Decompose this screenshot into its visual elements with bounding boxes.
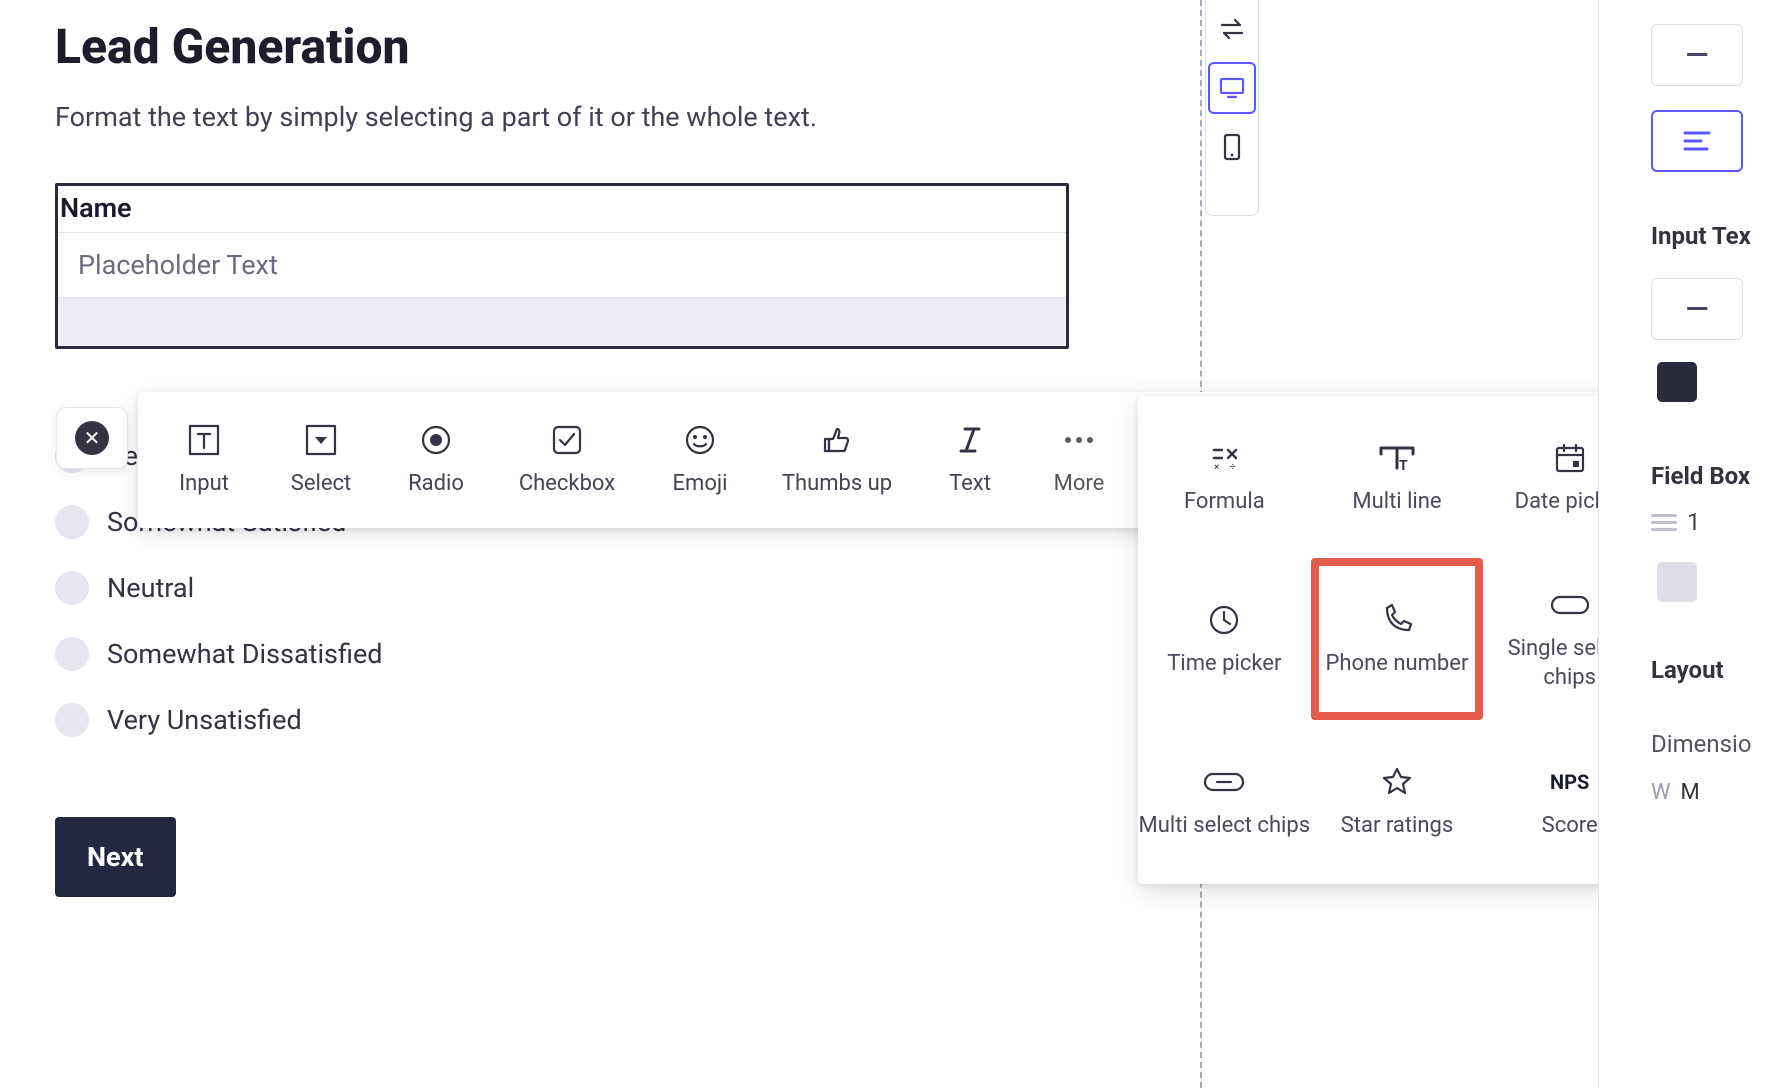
tool-label: Text — [949, 470, 991, 498]
tool-time-picker[interactable]: Time picker — [1138, 558, 1311, 720]
color-swatch-light[interactable] — [1657, 562, 1697, 602]
tool-checkbox[interactable]: Checkbox — [492, 392, 642, 528]
thumbs-up-icon — [816, 422, 858, 458]
nps-text: NPS — [1550, 770, 1589, 794]
close-icon: ✕ — [75, 421, 109, 455]
tool-label: More — [1054, 470, 1105, 498]
tool-label: Score — [1542, 812, 1598, 841]
radio-dot-icon — [55, 571, 89, 605]
radio-dot-icon — [55, 637, 89, 671]
nps-icon: NPS — [1550, 762, 1589, 802]
field-label[interactable]: Name — [58, 186, 1066, 233]
tool-label: Emoji — [673, 470, 728, 498]
svg-text:T: T — [1399, 458, 1408, 474]
section-heading: Layout — [1651, 656, 1792, 684]
text-box-icon — [183, 422, 225, 458]
section-heading: Input Tex — [1651, 222, 1792, 250]
multiline-icon: T — [1375, 438, 1419, 478]
radio-option[interactable]: Very Unsatisfied — [55, 703, 1055, 737]
form-title[interactable]: Lead Generation — [55, 18, 1055, 75]
tool-label: Time picker — [1167, 650, 1281, 679]
radio-dot-icon — [55, 703, 89, 737]
tool-input[interactable]: Input — [146, 392, 262, 528]
tool-select[interactable]: Select — [262, 392, 380, 528]
radio-icon — [415, 422, 457, 458]
tool-multi-select-chips[interactable]: Multi select chips — [1138, 720, 1311, 882]
mobile-view-button[interactable] — [1206, 118, 1258, 176]
chip-minus-icon — [1201, 762, 1247, 802]
width-value: M — [1681, 780, 1700, 805]
tool-label: Radio — [408, 470, 464, 498]
more-icon — [1058, 422, 1100, 458]
swap-button[interactable] — [1206, 0, 1258, 58]
tool-formula[interactable]: ×÷ Formula — [1138, 396, 1311, 558]
tool-text[interactable]: Text — [916, 392, 1024, 528]
radio-label: Somewhat Dissatisfied — [107, 638, 382, 670]
tool-label: Select — [291, 470, 351, 498]
svg-text:×: × — [1214, 462, 1219, 473]
tool-more[interactable]: More — [1024, 392, 1134, 528]
checkbox-icon — [546, 422, 588, 458]
align-left-button[interactable] — [1651, 110, 1743, 172]
width-input[interactable]: W M — [1651, 780, 1792, 805]
desktop-view-button[interactable] — [1208, 62, 1256, 114]
tool-label: Checkbox — [519, 470, 615, 498]
star-icon — [1380, 762, 1414, 802]
width-prefix: W — [1651, 780, 1671, 805]
radio-dot-icon — [55, 505, 89, 539]
radio-option[interactable]: Neutral — [55, 571, 1055, 605]
calendar-icon — [1553, 438, 1587, 478]
tool-label: Multi line — [1352, 488, 1441, 517]
tool-radio[interactable]: Radio — [380, 392, 492, 528]
tool-label: Multi select chips — [1139, 812, 1311, 841]
border-width-value: 1 — [1687, 508, 1701, 536]
tool-label: Star ratings — [1341, 812, 1454, 841]
dimensions-label: Dimensio — [1651, 730, 1792, 758]
chip-icon — [1548, 585, 1592, 625]
form-subtitle[interactable]: Format the text by simply selecting a pa… — [55, 101, 1055, 133]
radio-label: Neutral — [107, 572, 194, 604]
tool-phone-number[interactable]: Phone number — [1311, 558, 1484, 720]
tool-multi-line[interactable]: T Multi line — [1311, 396, 1484, 558]
emoji-icon — [679, 422, 721, 458]
radio-option[interactable]: Somewhat Dissatisfied — [55, 637, 1055, 671]
lines-icon — [1651, 514, 1677, 531]
clock-icon — [1207, 600, 1241, 640]
italic-text-icon — [949, 422, 991, 458]
tool-label: Input — [179, 470, 229, 498]
collapse-button[interactable]: — — [1651, 24, 1743, 86]
collapse-button[interactable]: — — [1651, 278, 1743, 340]
field-placeholder[interactable]: Placeholder Text — [58, 233, 1066, 298]
properties-panel: — Input Tex — Field Box 1 Layout Dimensi… — [1598, 0, 1792, 1088]
field-expand-bar[interactable] — [58, 298, 1066, 346]
formula-icon: ×÷ — [1206, 438, 1242, 478]
section-heading: Field Box — [1651, 462, 1792, 490]
tool-star-ratings[interactable]: Star ratings — [1311, 720, 1484, 882]
tool-label: Phone number — [1326, 650, 1469, 679]
more-tools-panel: ×÷ Formula T Multi line Date picker Time… — [1138, 396, 1656, 884]
name-field[interactable]: Name Placeholder Text — [55, 183, 1069, 349]
color-swatch-dark[interactable] — [1657, 362, 1697, 402]
svg-text:÷: ÷ — [1230, 462, 1236, 473]
close-toolbar-button[interactable]: ✕ — [56, 407, 128, 469]
tool-label: Formula — [1184, 488, 1265, 517]
tool-emoji[interactable]: Emoji — [642, 392, 758, 528]
radio-label: Very Unsatisfied — [107, 704, 302, 736]
tool-thumbs-up[interactable]: Thumbs up — [758, 392, 916, 528]
dropdown-icon — [300, 422, 342, 458]
phone-icon — [1379, 600, 1415, 640]
tool-label: Thumbs up — [782, 470, 892, 498]
next-button[interactable]: Next — [55, 817, 176, 897]
border-width-row[interactable]: 1 — [1651, 508, 1792, 536]
device-switch-rail — [1205, 0, 1259, 216]
